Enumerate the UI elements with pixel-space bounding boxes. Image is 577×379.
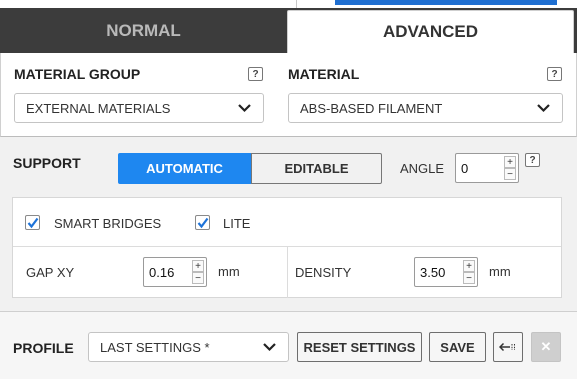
support-help-icon[interactable]: ? [525,153,540,167]
support-mode-automatic[interactable]: AUTOMATIC [118,153,251,184]
gap-xy-stepper: + − [192,260,204,284]
density-value: 3.50 [420,265,446,280]
angle-stepper: + − [504,156,516,180]
support-options-box [12,197,562,298]
density-increment-button[interactable]: + [463,260,475,272]
material-group-select[interactable]: EXTERNAL MATERIALS [14,93,264,123]
reset-settings-button[interactable]: RESET SETTINGS [297,332,422,362]
profile-label: PROFILE [13,340,74,356]
material-group-value: EXTERNAL MATERIALS [26,100,171,116]
material-section: MATERIAL GROUP ? EXTERNAL MATERIALS MATE… [0,53,577,137]
checkmark-icon [197,217,209,229]
close-icon[interactable]: ✕ [531,332,561,362]
gap-xy-unit: mm [218,264,240,279]
tab-normal[interactable]: NORMAL [0,8,287,53]
angle-input[interactable]: 0 + − [455,153,519,183]
lite-checkbox[interactable] [195,215,210,230]
save-button[interactable]: SAVE [429,332,486,362]
profile-value: LAST SETTINGS * [100,339,210,355]
material-value: ABS-BASED FILAMENT [300,100,443,116]
top-accent-bar [335,0,557,5]
density-stepper: + − [463,260,475,284]
support-mode-editable[interactable]: EDITABLE [251,153,382,184]
density-decrement-button[interactable]: − [463,272,475,284]
density-unit: mm [489,264,511,279]
gap-xy-input[interactable]: 0.16 + − [143,257,207,287]
lite-label: LITE [223,216,251,231]
gap-xy-label: GAP XY [26,265,75,280]
top-strip [0,0,577,8]
density-input[interactable]: 3.50 + − [414,257,478,287]
material-label: MATERIAL [288,66,360,82]
angle-increment-button[interactable]: + [504,156,516,168]
divider [287,246,288,298]
chevron-down-icon [263,343,276,352]
arrow-left-export-icon [499,342,515,352]
checkmark-icon [27,217,39,229]
angle-decrement-button[interactable]: − [504,168,516,180]
profile-select[interactable]: LAST SETTINGS * [88,332,289,362]
top-divider [296,0,297,8]
angle-value: 0 [461,161,469,176]
mode-tabs: NORMAL ADVANCED [0,8,577,53]
material-group-label: MATERIAL GROUP [14,66,141,82]
material-select[interactable]: ABS-BASED FILAMENT [288,93,563,123]
chevron-down-icon [238,104,251,113]
gap-xy-value: 0.16 [149,265,175,280]
chevron-down-icon [537,104,550,113]
smart-bridges-label: SMART BRIDGES [54,216,162,231]
support-label: SUPPORT [13,155,81,171]
tab-advanced[interactable]: ADVANCED [287,10,574,53]
smart-bridges-checkbox[interactable] [25,215,40,230]
gap-xy-increment-button[interactable]: + [192,260,204,272]
gap-xy-decrement-button[interactable]: − [192,272,204,284]
angle-label: ANGLE [400,161,445,176]
density-label: DENSITY [295,265,352,280]
material-group-help-icon[interactable]: ? [248,67,263,81]
export-profile-button[interactable] [493,332,523,362]
material-help-icon[interactable]: ? [547,67,562,81]
